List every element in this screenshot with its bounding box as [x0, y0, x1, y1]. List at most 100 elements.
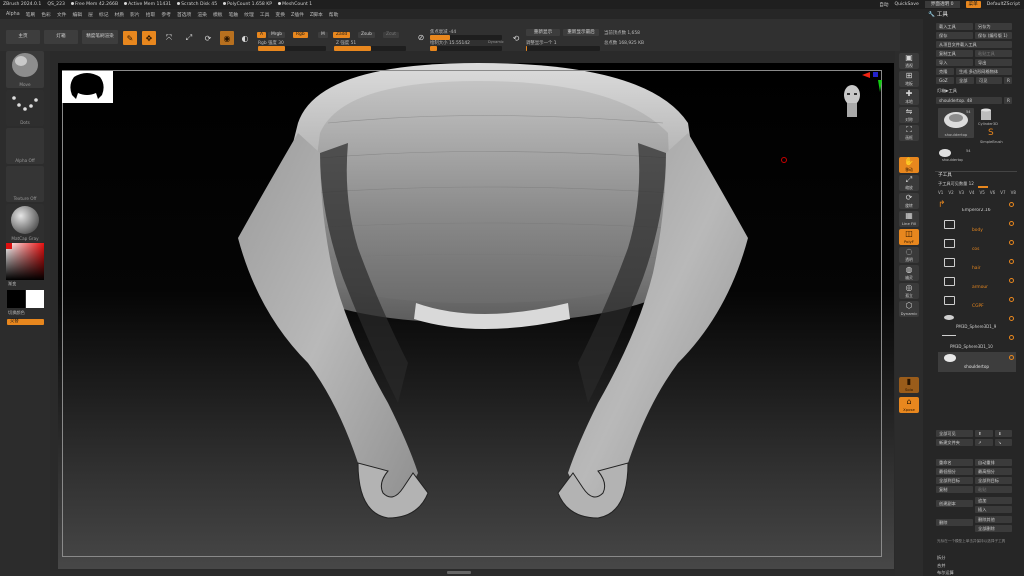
menu-item[interactable]: 层 — [88, 11, 93, 18]
load-tool-button[interactable]: 载入工具 — [936, 23, 973, 30]
menu-item[interactable]: 文件 — [57, 11, 67, 18]
menu-item[interactable]: 影片 — [130, 11, 140, 18]
subtool-folder[interactable]: hair — [938, 255, 1016, 271]
texture-selector[interactable]: Texture Off — [6, 166, 44, 202]
v-button[interactable]: V6 — [990, 190, 995, 197]
v-button[interactable]: V8 — [1011, 190, 1016, 197]
m-toggle[interactable]: M — [318, 32, 328, 38]
eye-icon[interactable] — [1009, 335, 1014, 340]
reset-last-button[interactable]: 重新显示最后 — [563, 29, 599, 36]
all-high-button[interactable]: 最高细分 — [975, 468, 1012, 475]
menu-item[interactable]: 编辑 — [72, 11, 82, 18]
menu-item[interactable]: 渲染 — [197, 11, 207, 18]
rgb-toggle[interactable]: Rgb — [293, 32, 308, 38]
shelf-isolate[interactable]: ◎ 孤立 — [899, 283, 919, 299]
menu-item[interactable]: Z插件 — [291, 11, 304, 18]
v-button[interactable]: V7 — [1000, 190, 1005, 197]
redisplay-button[interactable]: 重新显示 — [526, 29, 560, 36]
menu-item[interactable]: Alpha — [6, 12, 20, 17]
all-low-button[interactable]: 最低细分 — [936, 468, 973, 475]
redisplay-icon-button[interactable]: ⟲ — [509, 31, 523, 45]
navigator-thumbnail[interactable] — [62, 71, 113, 103]
eye-icon[interactable] — [1009, 259, 1014, 264]
scale-mode-button[interactable]: ⤢ — [182, 31, 196, 45]
lightbox-button[interactable]: 灯箱 — [44, 30, 78, 44]
shelf-local[interactable]: ✚ 本地 — [899, 89, 919, 105]
move-to-bottom-button[interactable]: ↘ — [995, 439, 1012, 446]
save-version-button[interactable]: 保存 (编号版 1) — [975, 32, 1012, 39]
v-button[interactable]: V2 — [948, 190, 953, 197]
shelf-transp[interactable]: ◌ 透明 — [899, 247, 919, 263]
menu-item[interactable]: 笔刷 — [26, 11, 36, 18]
mrgb-toggle[interactable]: Mrgb — [268, 32, 286, 38]
list-all-button[interactable]: 全部可见 — [936, 430, 973, 437]
material-sphere-button[interactable]: ◐ — [238, 31, 252, 45]
a-toggle[interactable]: A — [257, 32, 267, 38]
dynamic-size-icon[interactable]: ⊘ — [414, 30, 428, 44]
default-script-button[interactable]: DefaultZScript — [987, 2, 1020, 7]
tool-thumb-simplebrush[interactable]: S SimpleBrush — [980, 128, 1012, 146]
subtool-header[interactable]: 子工具 — [938, 172, 952, 178]
shelf-perspective[interactable]: ▣ 透视 — [899, 53, 919, 69]
rotate-mode-button[interactable]: ⟳ — [201, 31, 215, 45]
draw-mode-button[interactable]: ✥ — [142, 31, 156, 45]
subtool-row[interactable]: ↱ Emperor2.16 — [938, 198, 1016, 214]
menu-item[interactable]: 材质 — [115, 11, 125, 18]
shelf-xpose[interactable]: ⌂ Xpose — [899, 397, 919, 413]
all-to-target-button-2[interactable]: 全部到目标 — [975, 477, 1012, 484]
menu-item[interactable]: 纹理 — [244, 11, 254, 18]
stroke-selector[interactable]: Dots — [6, 90, 44, 126]
bottom-scroll-handle[interactable] — [447, 571, 471, 574]
menu-item[interactable]: 笔触 — [229, 11, 239, 18]
tool-thumb-cylinder[interactable]: Cylinder3D — [978, 108, 998, 128]
paste-button[interactable]: 粘贴 — [975, 486, 1012, 493]
subtool-folder[interactable]: body — [938, 217, 1016, 233]
menu-item[interactable]: 色彩 — [41, 11, 51, 18]
eye-icon[interactable] — [1009, 202, 1014, 207]
boolean-section[interactable]: 布尔运算 — [937, 570, 954, 576]
save-as-button[interactable]: 另存为 — [975, 23, 1012, 30]
menus-button[interactable]: 菜单 — [965, 1, 981, 8]
home-button[interactable]: 主页 — [6, 30, 40, 44]
shelf-solo[interactable]: ▮ Solo — [899, 377, 919, 393]
quicksave-button[interactable]: QuickSave — [895, 2, 919, 7]
subtool-mesh[interactable]: PM3D_Sphere3D1_9 — [938, 314, 1016, 330]
eye-icon[interactable] — [1009, 297, 1014, 302]
copy-tool-button[interactable]: 复制工具 — [936, 50, 973, 57]
menu-item[interactable]: Z脚本 — [310, 11, 323, 18]
subtool-mesh-selected[interactable]: shouldertop — [938, 352, 1016, 372]
duplicate-button[interactable]: 复制 — [936, 486, 973, 493]
paste-tool-button[interactable]: 粘贴工具 — [975, 50, 1012, 57]
load-from-project-button[interactable]: 从项目文件载入工具 — [936, 41, 1012, 48]
switch-color-label[interactable]: 切换颜色 — [8, 310, 25, 316]
append-button[interactable]: 追加 — [975, 497, 1012, 504]
v-button[interactable]: V1 — [938, 190, 943, 197]
menu-item[interactable]: 标记 — [99, 11, 109, 18]
save-button[interactable]: 保存 — [936, 32, 973, 39]
secondary-color-swatch[interactable] — [7, 290, 25, 308]
v-button[interactable]: V5 — [980, 190, 985, 197]
shelf-linefill[interactable]: ▦ Line Fill — [899, 211, 919, 227]
shelf-dynamic[interactable]: ⬡ Dynamic — [899, 301, 919, 317]
eye-icon[interactable] — [1009, 316, 1014, 321]
alternate-button[interactable]: 交替 — [7, 319, 44, 325]
eye-icon[interactable] — [1009, 278, 1014, 283]
menu-item[interactable]: 模板 — [213, 11, 223, 18]
move-mode-button[interactable]: ⤧ — [162, 31, 176, 45]
subtool-folder[interactable]: armour — [938, 274, 1016, 290]
shelf-ghost[interactable]: ◍ 幽灵 — [899, 265, 919, 281]
delete-button[interactable]: 删除 — [936, 519, 973, 526]
split-section[interactable]: 拆分 — [937, 555, 945, 561]
export-button[interactable]: 导出 — [975, 59, 1012, 66]
count-slider-fill[interactable] — [978, 186, 988, 188]
make-polymesh-button[interactable]: 生成 多边形网格物体 — [956, 68, 1012, 75]
menu-item[interactable]: 工具 — [260, 11, 270, 18]
v-button[interactable]: V3 — [959, 190, 964, 197]
rename-button[interactable]: 重命名 — [936, 459, 973, 466]
delete-other-button[interactable]: 删除其他 — [975, 516, 1012, 523]
menu-item[interactable]: 变换 — [275, 11, 285, 18]
edit-mode-button[interactable]: ✎ — [123, 31, 137, 45]
eye-icon[interactable] — [1009, 240, 1014, 245]
move-to-button[interactable]: ↗ — [975, 439, 993, 446]
move-down-button[interactable]: ⬇ — [995, 430, 1012, 437]
